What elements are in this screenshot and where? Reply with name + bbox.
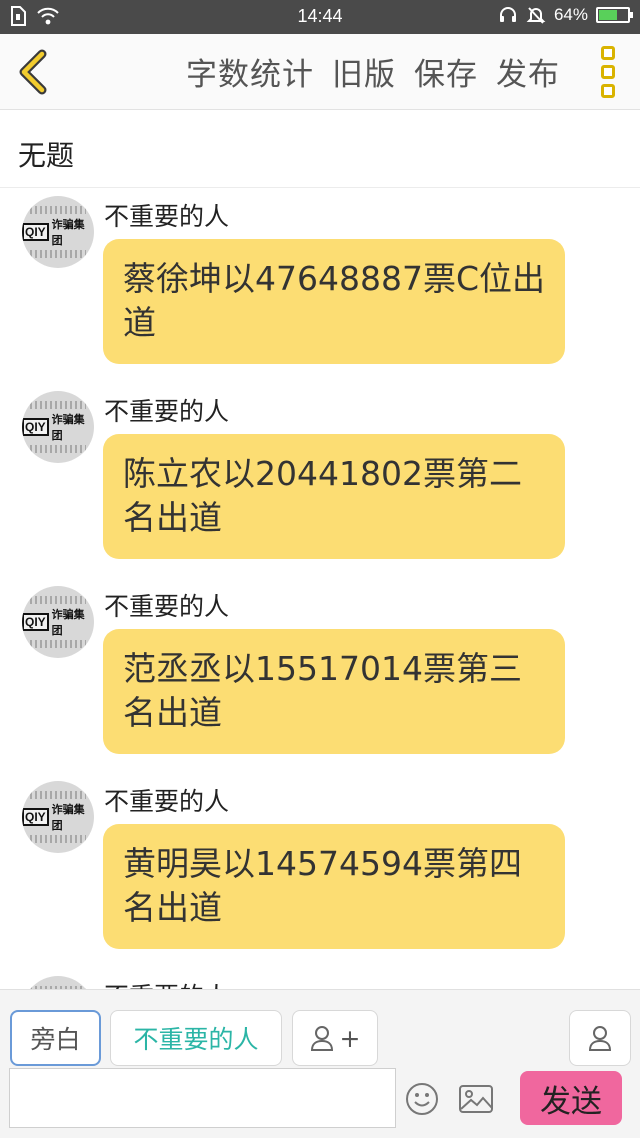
avatar[interactable]: QIY诈骗集团 [22,976,94,989]
more-dot [601,65,615,79]
sender-name: 不重要的人 [104,977,229,989]
avatar[interactable]: QIY诈骗集团 [22,196,94,268]
message-item[interactable]: QIY 诈骗集团 不重要的人 陈立农以20441802票第二名出道 [0,384,640,579]
avatar-caption: 诈骗集团 [51,218,85,247]
avatar[interactable]: QIY诈骗集团 [22,391,94,463]
avatar-caption: 诈骗集团 [51,413,85,442]
page-title: 无题 [18,139,75,172]
input-bar: 旁白 不重要的人 + 发送 [0,989,640,1138]
chevron-left-icon [19,49,47,95]
avatar-logo: QIY [22,808,49,826]
word-count-button[interactable]: 字数统计 [186,49,314,94]
more-dot [601,46,615,60]
headset-icon [499,7,516,22]
message-item[interactable]: QIY 诈骗集团 不重要的人 蔡徐坤以47648887票C位出道 [0,189,640,384]
publish-button[interactable]: 发布 [496,49,560,94]
message-bubble[interactable]: 蔡徐坤以47648887票C位出道 [103,239,565,364]
title-field[interactable]: 无题 [0,110,640,188]
avatar-logo: QIY [22,418,49,436]
sender-name: 不重要的人 [104,592,230,621]
message-bubble[interactable]: 陈立农以20441802票第二名出道 [103,434,565,559]
more-dot [601,84,615,98]
sender-name: 不重要的人 [104,202,230,231]
top-nav-bar: 字数统计 旧版 保存 发布 [0,34,640,110]
plus-icon: + [339,1023,361,1053]
message-bubble[interactable]: 范丞丞以15517014票第三名出道 [103,629,565,754]
image-button[interactable] [458,1084,494,1114]
message-item[interactable]: QIY 诈骗集团 不重要的人 黄明昊以14574594票第四名出道 [0,774,640,969]
send-button[interactable]: 发送 [520,1071,622,1125]
avatar[interactable]: QIY诈骗集团 [22,586,94,658]
image-icon [459,1085,493,1113]
nav-actions: 字数统计 旧版 保存 发布 [186,49,560,94]
save-button[interactable]: 保存 [414,49,478,94]
mute-bell-icon [526,7,546,24]
person-icon [310,1026,333,1051]
message-input[interactable] [9,1068,396,1128]
avatar[interactable]: QIY诈骗集团 [22,781,94,853]
more-vertical-icon[interactable] [598,46,618,98]
role-button[interactable]: 不重要的人 [110,1010,282,1066]
avatar-logo: QIY [22,223,49,241]
battery-icon [596,7,633,23]
person-icon [588,1026,612,1051]
avatar-caption: 诈骗集团 [51,803,85,832]
old-version-button[interactable]: 旧版 [332,49,396,94]
character-button[interactable] [569,1010,631,1066]
sender-name: 不重要的人 [104,787,230,816]
avatar-caption: 诈骗集团 [51,608,85,637]
battery-percent: 64% [553,5,588,24]
message-list[interactable]: QIY 诈骗集团 不重要的人 蔡徐坤以47648887票C位出道 QIY 诈骗集团 … [0,189,640,989]
message-item[interactable]: QIY 诈骗集团 不重要的人 范丞丞以15517014票第三名出道 [0,579,640,774]
emoji-button[interactable] [405,1082,439,1116]
narration-button[interactable]: 旁白 [10,1010,101,1066]
avatar-logo: QIY [22,613,49,631]
smiley-icon [406,1083,438,1115]
battery-fill [599,10,617,20]
add-role-button[interactable]: + [292,1010,378,1066]
message-bubble[interactable]: 黄明昊以14574594票第四名出道 [103,824,565,949]
message-item[interactable]: QIY诈骗集团 不重要的人 [0,969,640,989]
back-button[interactable] [14,48,54,96]
status-bar: 14:44 64% [0,0,640,34]
sender-name: 不重要的人 [104,397,230,426]
